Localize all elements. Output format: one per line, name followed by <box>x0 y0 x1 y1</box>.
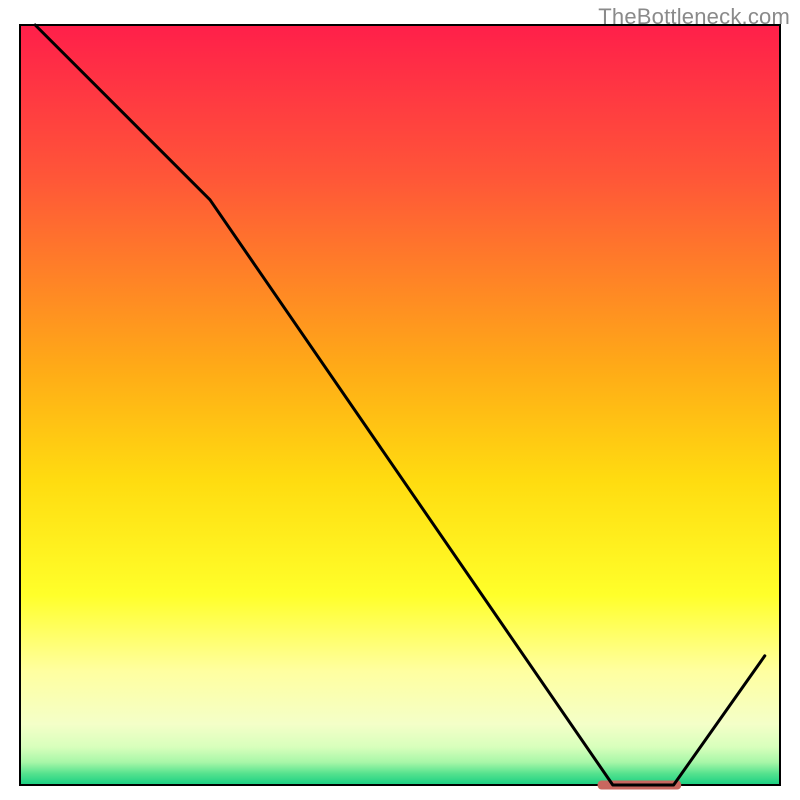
chart-container: TheBottleneck.com <box>0 0 800 800</box>
plot-background <box>20 25 780 785</box>
bottleneck-chart <box>0 0 800 800</box>
watermark-text: TheBottleneck.com <box>598 4 790 30</box>
